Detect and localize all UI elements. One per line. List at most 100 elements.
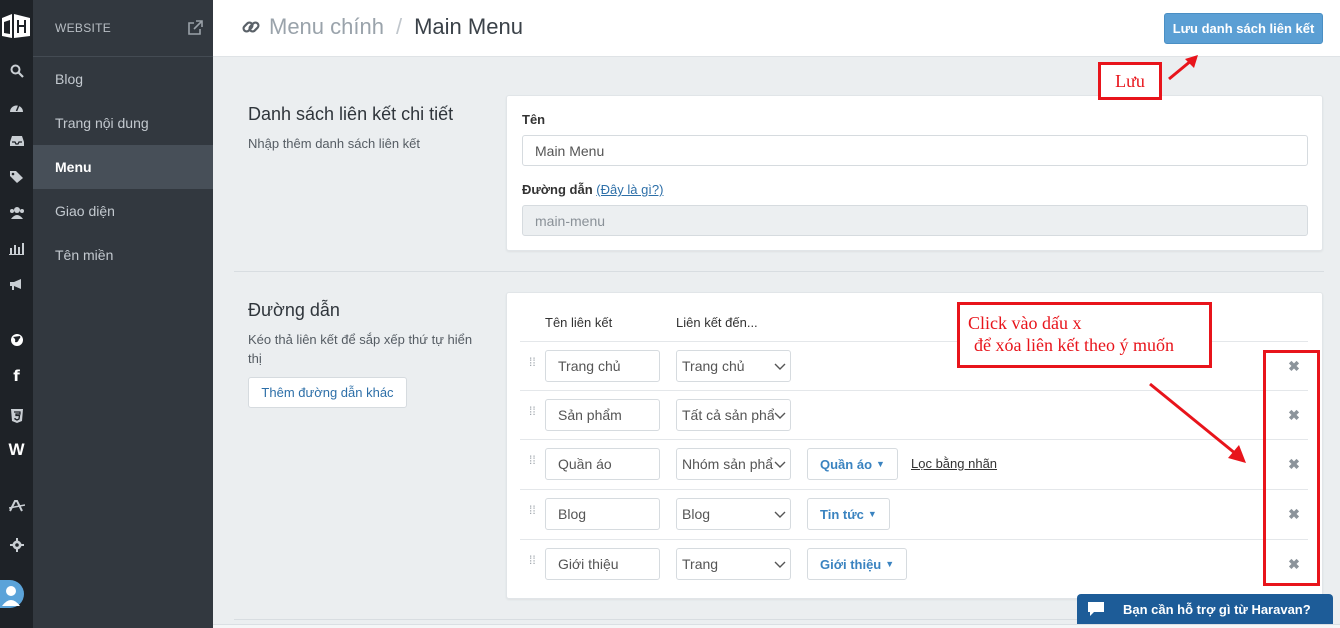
sidebar-item-domains[interactable]: Tên miền: [33, 233, 213, 277]
drag-handle-icon[interactable]: ⁞⁞: [529, 504, 537, 516]
support-chat-label: Bạn cần hỗ trợ gì từ Haravan?: [1123, 601, 1311, 617]
name-label: Tên: [522, 112, 546, 127]
app-icon[interactable]: [0, 493, 33, 519]
sidebar-item-label: Menu: [55, 159, 92, 175]
save-annotation: Lưu: [1098, 62, 1162, 100]
caret-down-icon: ▼: [876, 459, 885, 469]
website-sidebar: WEBSITE Blog Trang nội dung Menu Giao di…: [33, 0, 213, 628]
sidebar-section-label: WEBSITE: [55, 21, 112, 35]
dashboard-icon[interactable]: [0, 93, 33, 119]
avatar[interactable]: [0, 580, 24, 608]
chevron-down-icon: [774, 409, 786, 421]
caret-down-icon: ▼: [885, 559, 895, 569]
megaphone-icon[interactable]: [0, 271, 33, 297]
icon-rail: f W: [0, 0, 33, 628]
details-section-title: Danh sách liên kết chi tiết: [248, 104, 454, 124]
links-section-title: Đường dẫn: [248, 300, 340, 320]
link-target-select[interactable]: Blog: [676, 498, 791, 530]
arrow-annotation-icon: [1168, 55, 1198, 81]
link-target-value: Trang: [682, 556, 719, 572]
path-help-link[interactable]: (Đây là gì?): [596, 182, 663, 197]
drag-handle-icon[interactable]: ⁞⁞: [529, 405, 537, 417]
filter-by-tag-link[interactable]: Lọc bằng nhãn: [911, 456, 997, 471]
add-link-button[interactable]: Thêm đường dẫn khác: [248, 377, 407, 408]
link-target-value: Blog: [682, 506, 711, 522]
link-name-input[interactable]: Blog: [545, 498, 660, 530]
link-icon: [242, 21, 260, 33]
sidebar-item-theme[interactable]: Giao diện: [33, 189, 213, 233]
details-section-description: Nhập thêm danh sách liên kết: [248, 136, 420, 151]
collection-dropdown-label: Quần áo: [820, 456, 873, 472]
blog-dropdown-label: Tin tức: [820, 506, 864, 522]
link-target-select[interactable]: Trang chủ: [676, 350, 791, 382]
support-chat-button[interactable]: Bạn cần hỗ trợ gì từ Haravan?: [1077, 594, 1333, 624]
sidebar-item-label: Blog: [55, 71, 84, 87]
section-divider: [234, 271, 1324, 272]
link-target-value: Tất cả sản phẩm: [682, 407, 787, 423]
row-divider: [520, 539, 1308, 540]
sidebar-item-pages[interactable]: Trang nội dung: [33, 101, 213, 145]
chevron-down-icon: [774, 508, 786, 520]
delete-annotation-line2: để xóa liên kết theo ý muốn: [974, 335, 1174, 355]
blog-dropdown[interactable]: Tin tức ▼: [807, 498, 890, 530]
page-dropdown-label: Giới thiệu: [820, 556, 882, 572]
save-links-button[interactable]: Lưu danh sách liên kết: [1164, 13, 1323, 44]
delete-icons-highlight: [1263, 350, 1320, 586]
delete-annotation-line1: Click vào dấu x: [968, 313, 1082, 333]
link-target-value: Trang chủ: [682, 358, 745, 374]
drag-handle-icon[interactable]: ⁞⁞: [529, 356, 537, 368]
arrow-annotation-icon: [1149, 382, 1246, 463]
chat-bubble-icon: [1088, 602, 1104, 616]
page-dropdown[interactable]: Giới thiệu ▼: [807, 548, 908, 580]
link-target-select[interactable]: Trang: [676, 548, 791, 580]
path-label-text: Đường dẫn: [522, 182, 593, 197]
link-target-select[interactable]: Tất cả sản phẩm: [676, 399, 791, 431]
delete-annotation: Click vào dấu x để xóa liên kết theo ý m…: [957, 302, 1212, 368]
inbox-icon[interactable]: [0, 128, 33, 154]
link-target-value: Nhóm sản phẩm: [682, 456, 785, 472]
link-name-input[interactable]: Giới thiệu: [545, 548, 660, 580]
path-label: Đường dẫn (Đây là gì?): [522, 182, 663, 197]
details-card: Tên Main Menu Đường dẫn (Đây là gì?) mai…: [506, 95, 1323, 251]
haravan-logo[interactable]: [0, 10, 33, 42]
drag-handle-icon[interactable]: ⁞⁞: [529, 554, 537, 566]
collection-dropdown[interactable]: Quần áo ▼: [807, 448, 898, 480]
link-target-select[interactable]: Nhóm sản phẩm: [676, 448, 791, 480]
chevron-down-icon: [774, 558, 786, 570]
sidebar-item-blog[interactable]: Blog: [33, 57, 213, 101]
link-name-input[interactable]: Quần áo: [545, 448, 660, 480]
links-section-description: Kéo thả liên kết để sắp xếp thứ tự hiển …: [248, 332, 473, 366]
drag-handle-icon[interactable]: ⁞⁞: [529, 454, 537, 466]
wordpress-icon[interactable]: W: [0, 437, 33, 463]
page-title: Main Menu: [414, 14, 523, 39]
link-name-input[interactable]: Trang chủ: [545, 350, 660, 382]
bottom-strip: [213, 624, 1340, 628]
breadcrumb-parent[interactable]: Menu chính: [269, 14, 384, 40]
html5-icon[interactable]: [0, 402, 33, 428]
name-input[interactable]: Main Menu: [522, 135, 1308, 166]
globe-icon[interactable]: [0, 327, 33, 353]
chevron-down-icon: [774, 360, 786, 372]
row-divider: [520, 489, 1308, 490]
gear-icon[interactable]: [0, 532, 33, 558]
search-icon[interactable]: [0, 58, 33, 84]
facebook-icon[interactable]: f: [0, 363, 33, 389]
caret-down-icon: ▼: [867, 509, 877, 519]
sidebar-item-menu[interactable]: Menu: [33, 145, 213, 189]
link-name-input[interactable]: Sản phẩm: [545, 399, 660, 431]
column-header-name: Tên liên kết: [545, 315, 613, 330]
sidebar-item-label: Giao diện: [55, 203, 115, 219]
external-link-icon[interactable]: [187, 20, 203, 36]
sidebar-item-label: Tên miền: [55, 247, 114, 263]
page-header: Menu chính / Main Menu Lưu danh sách liê…: [213, 0, 1340, 57]
breadcrumb: Menu chính / Main Menu: [241, 14, 523, 40]
users-icon[interactable]: [0, 199, 33, 225]
bar-chart-icon[interactable]: [0, 235, 33, 261]
tag-icon[interactable]: [0, 164, 33, 190]
chevron-down-icon: [774, 458, 786, 470]
column-header-target: Liên kết đến...: [676, 315, 758, 330]
breadcrumb-separator: /: [395, 14, 403, 39]
sidebar-header: WEBSITE: [33, 0, 213, 57]
path-input: main-menu: [522, 205, 1308, 236]
sidebar-item-label: Trang nội dung: [55, 115, 149, 131]
